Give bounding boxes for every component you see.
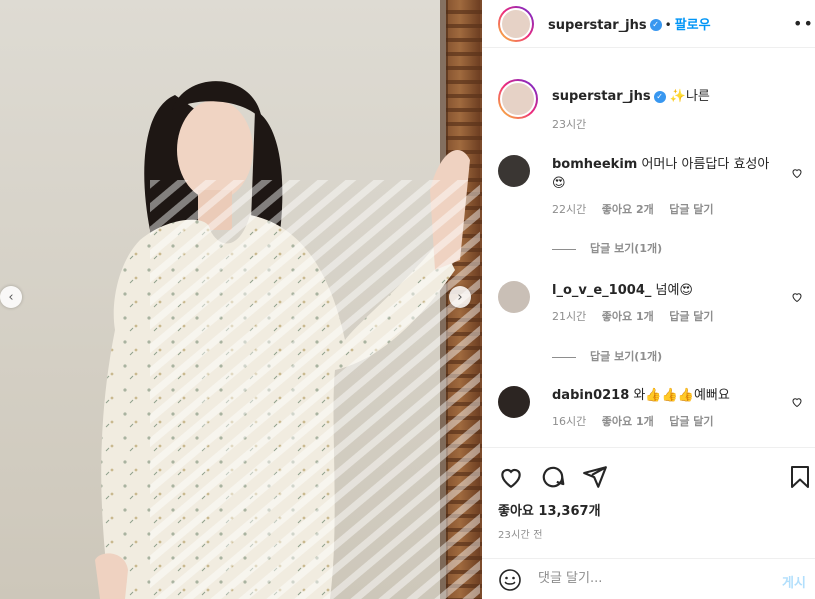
photo-illustration xyxy=(0,0,482,599)
comment-text-row: bomheekim 어머나 아름답다 효성아😍 xyxy=(552,155,777,193)
comment-item: bomheekim 어머나 아름답다 효성아😍 22시간 좋아요 2개 답글 달… xyxy=(498,155,803,217)
comment-composer: 게시 xyxy=(482,558,815,599)
heart-icon[interactable] xyxy=(498,464,524,490)
verified-badge-icon: ✓ xyxy=(649,18,662,31)
post-photo[interactable]: ‹ › xyxy=(0,0,482,599)
comment-username[interactable]: dabin0218 xyxy=(552,388,629,403)
comment-input[interactable] xyxy=(538,571,768,586)
comment-time: 16시간 xyxy=(552,415,587,428)
likes-count[interactable]: 좋아요 13,367개 xyxy=(498,500,601,519)
more-options-icon[interactable]: ••• xyxy=(793,14,815,33)
comments-list: superstar_jhs ✓ ✨나른 23시간 bomheekim 어머나 아름… xyxy=(482,49,815,447)
reply-button[interactable]: 답글 달기 xyxy=(669,310,713,323)
chevron-right-icon[interactable]: › xyxy=(449,286,471,308)
heart-icon[interactable] xyxy=(791,291,803,303)
post-time: 23시간 전 xyxy=(498,530,543,541)
reply-button[interactable]: 답글 달기 xyxy=(669,415,713,428)
post-comment-button[interactable]: 게시 xyxy=(782,572,806,591)
view-replies-button[interactable]: 답글 보기(1개) xyxy=(552,348,662,364)
author-username[interactable]: superstar_jhs xyxy=(548,18,647,33)
commenter-avatar[interactable] xyxy=(498,281,530,313)
heart-icon[interactable] xyxy=(791,396,803,408)
caption-time: 23시간 xyxy=(552,118,587,131)
follow-button[interactable]: 팔로우 xyxy=(675,18,711,33)
reply-button[interactable]: 답글 달기 xyxy=(669,203,713,216)
commenter-avatar[interactable] xyxy=(498,386,530,418)
post-caption: superstar_jhs ✓ ✨나른 23시간 xyxy=(498,79,803,132)
bookmark-icon[interactable] xyxy=(788,464,812,490)
comment-text-row: l_o_v_e_1004_ 넘예😍 xyxy=(552,281,777,300)
caption-username[interactable]: superstar_jhs xyxy=(552,89,651,104)
comment-text: 넘예😍 xyxy=(655,283,693,298)
heart-icon[interactable] xyxy=(791,167,803,179)
instagram-post-view: ‹ › superstar_jhs✓•팔로우 ••• super xyxy=(0,0,815,599)
comment-username[interactable]: bomheekim xyxy=(552,157,637,172)
post-side-panel: superstar_jhs✓•팔로우 ••• superstar_jhs✓ ✨나… xyxy=(482,0,815,599)
comment-icon[interactable] xyxy=(540,464,566,490)
post-header: superstar_jhs✓•팔로우 ••• xyxy=(482,0,815,48)
caption-text-row: superstar_jhs ✓ ✨나른 xyxy=(552,87,803,106)
author-avatar-caption[interactable] xyxy=(498,79,538,119)
comment-text: 와👍👍👍예뻐요 xyxy=(633,388,730,403)
view-replies-label: 답글 보기(1개) xyxy=(590,242,663,255)
commenter-avatar[interactable] xyxy=(498,155,530,187)
emoji-icon[interactable] xyxy=(498,568,522,592)
comment-likes[interactable]: 좋아요 1개 xyxy=(602,415,654,428)
comment-likes[interactable]: 좋아요 1개 xyxy=(602,310,654,323)
post-actions: 좋아요 13,367개 23시간 전 게시 xyxy=(482,447,815,599)
view-replies-label: 답글 보기(1개) xyxy=(590,350,663,363)
chevron-left-icon[interactable]: ‹ xyxy=(0,286,22,308)
comment-item: dabin0218 와👍👍👍예뻐요 16시간 좋아요 1개 답글 달기 xyxy=(498,386,803,429)
share-icon[interactable] xyxy=(582,464,608,490)
separator-dot: • xyxy=(664,18,672,32)
view-replies-button[interactable]: 답글 보기(1개) xyxy=(552,240,662,256)
comment-item: l_o_v_e_1004_ 넘예😍 21시간 좋아요 1개 답글 달기 xyxy=(498,281,803,324)
comment-time: 21시간 xyxy=(552,310,587,323)
comment-likes[interactable]: 좋아요 2개 xyxy=(602,203,654,216)
comment-text-row: dabin0218 와👍👍👍예뻐요 xyxy=(552,386,777,405)
caption-text: ✨나른 xyxy=(669,89,710,104)
comment-username[interactable]: l_o_v_e_1004_ xyxy=(552,283,651,298)
replies-line xyxy=(552,248,576,250)
comment-time: 22시간 xyxy=(552,203,587,216)
replies-line xyxy=(552,356,576,358)
verified-badge-icon: ✓ xyxy=(653,90,666,103)
author-avatar[interactable] xyxy=(498,6,534,42)
